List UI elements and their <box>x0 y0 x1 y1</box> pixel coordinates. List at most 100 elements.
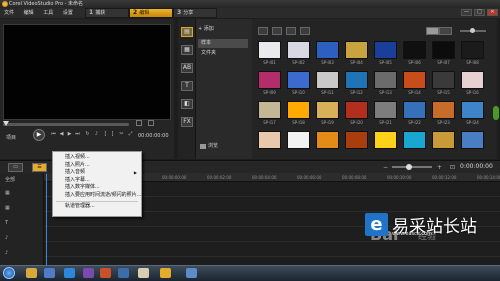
filter-icon[interactable]: FX <box>181 117 193 127</box>
transition-icon[interactable]: AB <box>181 63 193 73</box>
media-thumbnail[interactable] <box>403 101 426 119</box>
explorer-icon[interactable] <box>26 268 37 278</box>
trim-start-marker[interactable] <box>136 120 142 126</box>
split-clip-icon[interactable]: ✂ <box>118 131 125 138</box>
media-thumbnail[interactable] <box>432 101 455 119</box>
media-thumbnail[interactable] <box>258 101 281 119</box>
app-icon-9[interactable] <box>186 268 197 278</box>
media-thumbnail[interactable] <box>432 41 455 59</box>
media-thumbnail[interactable] <box>403 71 426 89</box>
mark-out-icon[interactable]: ] <box>109 131 116 138</box>
slider-knob[interactable] <box>470 28 475 33</box>
library-scroll-handle[interactable] <box>493 106 499 120</box>
media-thumbnail[interactable] <box>345 41 368 59</box>
media-thumbnail[interactable] <box>258 41 281 59</box>
media-thumbnail[interactable] <box>287 41 310 59</box>
media-thumbnail[interactable] <box>461 131 484 149</box>
show-photo-icon[interactable] <box>286 27 296 35</box>
media-thumbnail[interactable] <box>287 71 310 89</box>
prev-frame-icon[interactable]: ◀ <box>58 131 65 138</box>
title-icon[interactable]: T <box>181 81 193 91</box>
view-toggle[interactable] <box>426 27 452 35</box>
trim-end-marker[interactable] <box>148 120 154 126</box>
menu-item-insert-digital-media[interactable]: 插入数字媒体... <box>53 184 141 192</box>
media-thumbnail[interactable] <box>287 131 310 149</box>
storyboard-view-icon[interactable]: ▭ <box>8 163 23 172</box>
browser-icon[interactable] <box>64 268 75 278</box>
app-icon-4[interactable] <box>83 268 94 278</box>
graphic-icon[interactable]: ◧ <box>181 99 193 109</box>
app-icon-5[interactable] <box>100 268 111 278</box>
tab-capture[interactable]: 1 捕获 <box>85 8 129 18</box>
folder-item-folder[interactable]: 文件夹 <box>198 49 248 58</box>
videostudio-taskbar-icon[interactable] <box>160 268 171 278</box>
media-thumbnail[interactable] <box>374 41 397 59</box>
all-tracks-button[interactable]: 全部 <box>5 176 15 183</box>
media-thumbnail[interactable] <box>432 131 455 149</box>
maximize-button[interactable]: □ <box>474 9 485 16</box>
zoom-out-icon[interactable]: − <box>383 164 388 171</box>
media-thumbnail[interactable] <box>345 71 368 89</box>
close-button[interactable]: ✕ <box>487 9 498 16</box>
media-thumbnail[interactable] <box>374 131 397 149</box>
scrub-bar[interactable] <box>3 123 129 126</box>
add-folder-button[interactable]: + 添加 <box>198 25 214 32</box>
menu-tools[interactable]: 工具 <box>43 8 53 18</box>
media-thumbnail[interactable] <box>345 131 368 149</box>
tab-share[interactable]: 3 分享 <box>173 8 217 18</box>
instant-project-icon[interactable]: ▦ <box>181 45 193 55</box>
media-icon[interactable]: ▤ <box>181 27 193 37</box>
show-audio-icon[interactable] <box>300 27 310 35</box>
media-thumbnail[interactable] <box>258 131 281 149</box>
zoom-in-icon[interactable]: + <box>437 164 442 171</box>
repeat-icon[interactable]: ↻ <box>84 131 91 138</box>
player-timecode[interactable]: 00:00:00:00 <box>138 133 169 139</box>
media-thumbnail[interactable] <box>461 101 484 119</box>
tab-edit[interactable]: 2 编辑 <box>129 8 173 18</box>
media-thumbnail[interactable] <box>316 101 339 119</box>
menu-item-insert-video[interactable]: 插入视频... <box>53 154 141 162</box>
minimize-button[interactable]: — <box>461 9 472 16</box>
playhead[interactable] <box>46 174 47 265</box>
app-icon-6[interactable] <box>118 268 129 278</box>
menu-item-insert-timelapse[interactable]: 插入要应用时间流逝/频闪的照片... <box>53 192 141 200</box>
thumbnail-size-slider[interactable] <box>460 28 486 33</box>
thumbnail-view-icon[interactable] <box>426 27 439 35</box>
zoom-knob[interactable] <box>406 164 412 170</box>
play-button[interactable]: ▶ <box>33 129 45 141</box>
media-thumbnail[interactable] <box>316 131 339 149</box>
media-thumbnail[interactable] <box>461 71 484 89</box>
home-icon[interactable]: ⏮ <box>50 131 57 138</box>
project-mode-label[interactable]: 项目 <box>6 134 16 141</box>
next-frame-icon[interactable]: ▶ <box>66 131 73 138</box>
scrub-handle[interactable] <box>3 121 9 126</box>
media-thumbnail[interactable] <box>374 101 397 119</box>
media-thumbnail[interactable] <box>374 71 397 89</box>
browse-button[interactable]: 浏览 <box>198 142 248 151</box>
menu-edit[interactable]: 编辑 <box>24 8 34 18</box>
end-icon[interactable]: ⏭ <box>74 131 81 138</box>
menu-file[interactable]: 文件 <box>4 8 14 18</box>
list-view-icon[interactable] <box>439 27 452 35</box>
media-player-icon[interactable] <box>44 268 55 278</box>
fit-project-icon[interactable]: ⊡ <box>450 164 455 171</box>
media-thumbnail[interactable] <box>316 41 339 59</box>
media-thumbnail[interactable] <box>316 71 339 89</box>
fullscreen-icon[interactable]: ⤢ <box>127 131 134 138</box>
mark-in-icon[interactable]: [ <box>102 131 109 138</box>
media-thumbnail[interactable] <box>403 41 426 59</box>
menu-item-insert-audio[interactable]: 插入音频 ▶ <box>53 169 141 177</box>
zoom-slider[interactable] <box>392 164 432 170</box>
media-thumbnail[interactable] <box>345 101 368 119</box>
media-thumbnail[interactable] <box>432 71 455 89</box>
timeline-view-icon[interactable]: ☰ <box>32 163 47 172</box>
volume-icon[interactable]: ♪ <box>93 131 100 138</box>
show-video-icon[interactable] <box>272 27 282 35</box>
folder-item-samples[interactable]: 样本 <box>198 39 248 48</box>
menu-item-track-manager[interactable]: 轨道管理器... <box>53 203 141 211</box>
menu-settings[interactable]: 设置 <box>63 8 73 18</box>
media-thumbnail[interactable] <box>403 131 426 149</box>
media-thumbnail[interactable] <box>258 71 281 89</box>
media-thumbnail[interactable] <box>287 101 310 119</box>
media-thumbnail[interactable] <box>461 41 484 59</box>
